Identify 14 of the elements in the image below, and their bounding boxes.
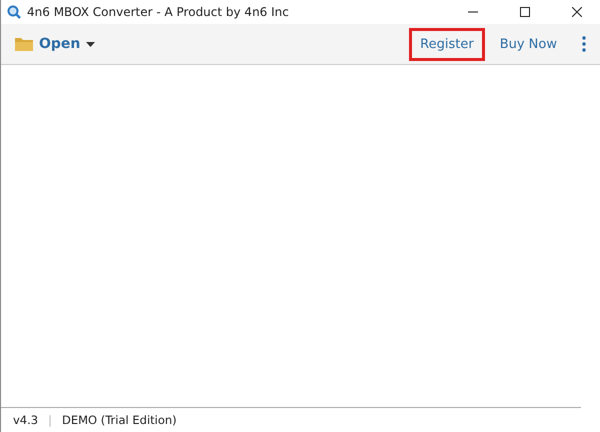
separator: |	[48, 413, 52, 427]
edition-label: DEMO (Trial Edition)	[62, 413, 177, 427]
vertical-dots-icon	[582, 36, 586, 52]
close-icon	[572, 7, 582, 17]
version-label: v4.3	[13, 413, 38, 427]
caret-icon	[86, 42, 96, 46]
buy-now-button[interactable]: Buy Now	[488, 28, 568, 60]
folder-icon	[15, 37, 33, 51]
open-button[interactable]: Open	[13, 34, 98, 54]
register-button[interactable]: Register	[409, 28, 485, 60]
magnifier-icon	[7, 5, 21, 19]
minimize-icon	[468, 11, 478, 13]
maximize-icon	[520, 7, 530, 17]
window-title: 4n6 MBOX Converter - A Product by 4n6 Inc	[27, 5, 289, 19]
